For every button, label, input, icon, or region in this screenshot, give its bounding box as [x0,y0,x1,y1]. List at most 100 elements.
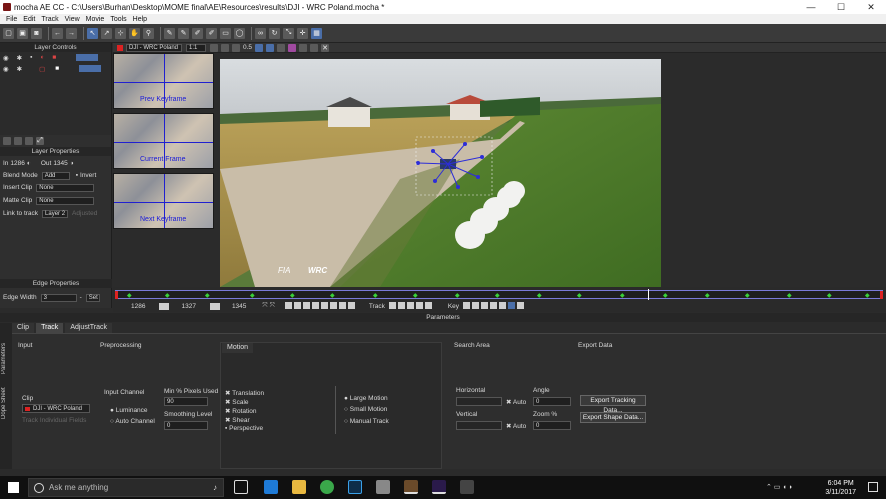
track-back-step-icon[interactable] [397,301,405,309]
media-icon[interactable] [460,480,474,494]
rect-tool-icon[interactable]: ▭ [220,27,231,39]
zoom-field[interactable]: 0 [533,421,571,430]
alpha-icon[interactable] [221,43,229,52]
matte-select[interactable]: None [36,196,95,205]
matte-icon[interactable] [288,43,297,52]
track-forward-step-icon[interactable] [415,301,423,309]
link-icon[interactable]: ∞ [255,27,266,39]
redo-icon[interactable]: → [66,27,77,39]
clip-select[interactable]: DJI - WRC Poland [126,43,182,52]
vertical-field[interactable] [456,421,502,430]
mask-icon[interactable]: ▢ [39,65,45,73]
view-mode-icon[interactable] [210,43,218,52]
menu-movie[interactable]: Movie [86,16,105,23]
hand-tool-icon[interactable]: ✋ [129,27,140,39]
next-keyframe-thumb[interactable]: Next Keyframe [113,173,214,229]
new-project-icon[interactable]: ▢ [3,27,14,39]
xspline-tool-icon[interactable]: ✎ [164,27,175,39]
smoothing-field[interactable]: 0 [164,421,208,430]
in-marker[interactable] [115,291,118,299]
blend-select[interactable]: Add [41,171,70,180]
next-key-icon[interactable] [481,301,489,309]
layer-row[interactable]: ◉ ✱ ▪ ◐ ■ [0,52,111,63]
in-value[interactable]: 1286 [10,160,24,167]
add-bezier-icon[interactable]: ✐ [206,27,217,39]
maximize-button[interactable]: ☐ [826,0,856,14]
uberkey-icon[interactable] [517,301,525,309]
tab-adjust-track[interactable]: AdjustTrack [65,323,113,333]
lock-icon[interactable]: ▪ [30,54,32,61]
grid-icon[interactable] [277,43,286,52]
notifications-icon[interactable] [868,482,878,492]
undo-icon[interactable]: ← [52,27,63,39]
key-options-icon[interactable] [499,301,507,309]
step-back-icon[interactable] [293,301,301,309]
rotate-icon[interactable]: ↻ [269,27,280,39]
set-end-icon[interactable] [209,302,220,310]
add-xspline-icon[interactable]: ✎ [178,27,189,39]
menu-track[interactable]: Track [41,16,58,23]
insert-select[interactable]: None [36,183,95,192]
surface-icon[interactable]: ▦ [311,27,322,39]
start-frame[interactable]: 1286 [131,303,145,310]
tab-track[interactable]: Track [36,323,64,333]
menu-edit[interactable]: Edit [23,16,35,23]
tray-icons[interactable]: ⌃ ▭ ◖ ◗ [766,483,793,491]
zoom-tool-icon[interactable]: ⚲ [143,27,154,39]
perspective-checkbox[interactable]: ▪ Perspective [225,425,263,432]
set-out-icon[interactable]: ◑ [70,160,74,167]
show-layers-icon[interactable] [255,43,264,52]
invert-checkbox[interactable]: ▪ [76,172,78,179]
file-explorer-icon[interactable] [292,480,306,494]
set-in-icon[interactable]: ◐ [27,160,31,167]
export-shape-data-button[interactable]: Export Shape Data... [580,412,646,423]
scale-checkbox[interactable]: ✖ Scale [225,398,249,406]
expand-icon[interactable]: ⤢ [36,137,44,145]
windows-start-icon[interactable] [8,482,19,493]
rotation-checkbox[interactable]: ✖ Rotation [225,407,256,415]
set-start-icon[interactable] [159,302,170,310]
add-layer-icon[interactable] [3,137,11,145]
clip-select[interactable]: DJI - WRC Poland [22,404,90,413]
luminance-radio[interactable]: ● Luminance [110,407,148,414]
circle-tool-icon[interactable]: ◯ [234,27,245,39]
edge-set-button[interactable]: Set [85,293,100,302]
bezier-tool-icon[interactable]: ✐ [192,27,203,39]
track-back-icon[interactable] [388,301,396,309]
side-tab-parameters[interactable]: Parameters [1,333,11,383]
scale-icon[interactable]: ⤡ [283,27,294,39]
fit-timeline-icon[interactable]: ⤧ [270,302,275,310]
minimize-button[interactable]: — [796,0,826,14]
save-icon[interactable]: ▣ [17,27,28,39]
gear-icon[interactable]: ✱ [17,54,22,62]
current-frame[interactable]: 1327 [181,303,195,310]
current-frame-thumb[interactable]: Current Frame [113,113,214,169]
select-points-icon[interactable]: ↗ [101,27,112,39]
horizontal-field[interactable] [456,397,502,406]
stop-icon[interactable] [311,301,319,309]
angle-field[interactable]: 0 [533,397,571,406]
translation-checkbox[interactable]: ✖ Translation [225,389,264,397]
select-tool-icon[interactable]: ↖ [87,27,98,39]
close-button[interactable]: ✕ [856,0,886,14]
photoshop-icon[interactable] [348,480,362,494]
taskbar-search[interactable]: Ask me anything ♪ [28,478,224,497]
overlay-icon[interactable] [232,43,240,52]
side-tab-dope-sheet[interactable]: Dope Sheet [1,383,11,423]
close-viewer-icon[interactable]: ✕ [321,43,330,52]
horizontal-auto-checkbox[interactable]: ✖ Auto [506,398,526,406]
prev-key-icon[interactable] [463,301,471,309]
go-end-icon[interactable] [338,301,346,309]
zoom-timeline-icon[interactable]: ⤧ [262,302,267,310]
color-swatch-icon[interactable]: ■ [55,65,59,72]
chrome-icon[interactable] [320,480,334,494]
zoom-select[interactable]: 1:1 [186,43,206,52]
show-planar-icon[interactable] [266,43,275,52]
duplicate-layer-icon[interactable] [14,137,22,145]
edge-browser-icon[interactable] [264,480,278,494]
track-individual-fields[interactable]: Track Individual Fields [22,417,86,424]
photos-icon[interactable] [376,480,390,494]
playhead[interactable] [648,289,649,300]
mocha-icon[interactable] [404,480,418,494]
autokey-icon[interactable] [508,301,516,309]
